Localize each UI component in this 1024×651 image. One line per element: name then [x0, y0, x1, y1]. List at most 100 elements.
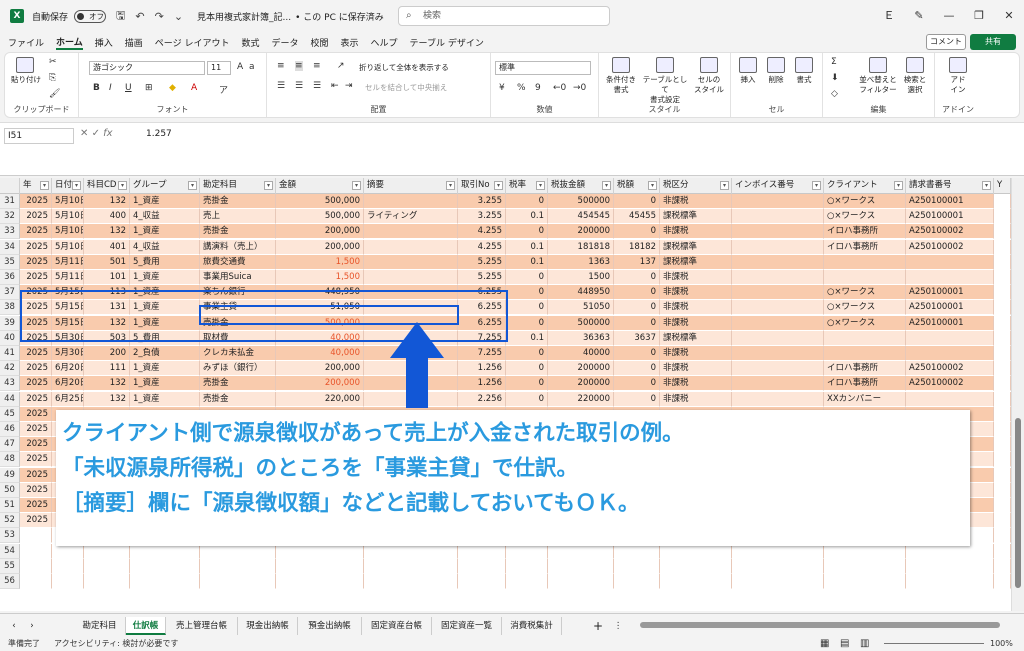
table-cell[interactable]: 0 [614, 270, 660, 285]
column-header-15[interactable]: Y [994, 178, 1011, 194]
save-status[interactable]: • この PC に保存済み [295, 10, 384, 23]
table-cell[interactable]: 200000 [548, 361, 614, 377]
table-cell[interactable] [732, 194, 824, 209]
sheet-tab-5[interactable]: 固定資産台帳 [362, 617, 432, 635]
table-cell[interactable]: 500000 [548, 315, 614, 331]
table-cell[interactable] [84, 574, 130, 589]
filter-dropdown-icon[interactable]: ▾ [982, 181, 991, 190]
delete-cells-button[interactable]: 削除 [763, 57, 789, 85]
table-cell[interactable]: イロハ事務所 [824, 361, 906, 377]
restore-icon[interactable]: ❐ [964, 0, 994, 32]
table-cell[interactable]: 400 [84, 209, 130, 225]
column-header-13[interactable]: クライアント ▾ [824, 178, 906, 194]
formula-input[interactable]: 1.257 [146, 129, 172, 139]
table-cell[interactable] [994, 300, 1011, 316]
table-cell[interactable]: 2025 [20, 482, 52, 498]
more-options-icon[interactable]: ⋮ [610, 617, 626, 635]
increase-indent-icon[interactable]: ⇥ [345, 81, 353, 91]
table-cell[interactable]: 0 [614, 376, 660, 392]
table-cell[interactable]: 401 [84, 239, 130, 255]
table-cell[interactable]: 売掛金 [200, 376, 276, 392]
pen-icon[interactable]: ✎ [904, 0, 934, 32]
table-cell[interactable] [732, 239, 824, 255]
table-cell[interactable]: 40000 [548, 346, 614, 361]
table-cell[interactable] [732, 361, 824, 377]
table-cell[interactable]: 非課税 [660, 346, 732, 361]
table-cell[interactable]: 1,500 [276, 270, 364, 285]
cell-style-button[interactable]: セルの スタイル [691, 57, 727, 95]
row-header[interactable]: 55 [0, 558, 20, 574]
row-header[interactable]: 37 [0, 285, 20, 301]
table-cell[interactable]: A250100001 [906, 209, 994, 225]
table-cell[interactable]: 非課税 [660, 224, 732, 240]
table-cell[interactable] [994, 224, 1011, 240]
minimize-icon[interactable]: — [934, 0, 964, 32]
find-select-button[interactable]: 検索と 選択 [899, 57, 931, 95]
column-header-0[interactable]: 年 ▾ [20, 178, 52, 194]
row-header[interactable]: 41 [0, 346, 20, 361]
table-cell[interactable] [994, 437, 1011, 453]
column-header-14[interactable]: 請求書番号 ▾ [906, 178, 994, 194]
table-cell[interactable] [364, 270, 458, 285]
table-cell[interactable]: 2025 [20, 452, 52, 468]
table-cell[interactable]: A250100001 [906, 300, 994, 316]
menu-tab-7[interactable]: 校閲 [311, 36, 329, 49]
orientation-icon[interactable]: ↗ [337, 61, 345, 71]
table-cell[interactable]: みずほ（銀行） [200, 361, 276, 377]
enter-icon[interactable]: ✓ [92, 128, 100, 139]
table-cell[interactable] [906, 270, 994, 285]
vertical-scroll-thumb[interactable] [1015, 418, 1021, 588]
table-cell[interactable] [84, 558, 130, 574]
table-cell[interactable]: 0.1 [506, 254, 548, 270]
table-cell[interactable] [614, 574, 660, 589]
zoom-slider[interactable] [884, 643, 984, 644]
table-cell[interactable]: 2025 [20, 270, 52, 285]
table-cell[interactable]: A250100001 [906, 194, 994, 209]
column-header-2[interactable]: 科目CD ▾ [84, 178, 130, 194]
table-cell[interactable]: 200,000 [276, 239, 364, 255]
fill-color-icon[interactable]: ◆ [169, 83, 176, 93]
table-cell[interactable]: 売掛金 [200, 224, 276, 240]
table-cell[interactable] [906, 330, 994, 346]
zoom-level[interactable]: 100% [990, 636, 1013, 651]
table-cell[interactable]: A250100002 [906, 239, 994, 255]
undo-icon[interactable]: ↶ [135, 10, 144, 23]
table-cell[interactable] [732, 558, 824, 574]
format-as-table-button[interactable]: テーブルとして 書式設定 [641, 57, 689, 105]
phonetic-icon[interactable]: ア [219, 83, 228, 96]
table-cell[interactable]: 0 [506, 346, 548, 361]
percent-icon[interactable]: % [517, 83, 526, 93]
table-cell[interactable] [994, 528, 1011, 544]
customize-quick-access-icon[interactable]: ⌄ [174, 10, 183, 23]
table-cell[interactable]: 5月10日 [52, 194, 84, 209]
table-cell[interactable]: 1.256 [458, 361, 506, 377]
table-cell[interactable] [732, 224, 824, 240]
table-cell[interactable]: 1.256 [458, 376, 506, 392]
table-cell[interactable]: 3.255 [458, 194, 506, 209]
table-cell[interactable] [824, 330, 906, 346]
table-cell[interactable]: 0 [506, 224, 548, 240]
increase-decimal-icon[interactable]: ←0 [553, 83, 566, 93]
column-header-9[interactable]: 税抜金額 ▾ [548, 178, 614, 194]
table-cell[interactable] [200, 574, 276, 589]
table-cell[interactable]: 0 [506, 285, 548, 301]
filter-dropdown-icon[interactable]: ▾ [264, 181, 273, 190]
table-cell[interactable]: イロハ事務所 [824, 239, 906, 255]
table-cell[interactable] [364, 224, 458, 240]
table-cell[interactable]: 132 [84, 391, 130, 407]
filter-dropdown-icon[interactable]: ▾ [894, 181, 903, 190]
align-top-icon[interactable]: ≡ [277, 61, 285, 71]
table-cell[interactable]: 200 [84, 346, 130, 361]
save-icon[interactable]: 🖫 [116, 7, 125, 26]
table-cell[interactable] [506, 574, 548, 589]
table-cell[interactable]: ○×ワークス [824, 209, 906, 225]
sheet-tab-4[interactable]: 預金出納帳 [298, 617, 362, 635]
table-cell[interactable]: 0 [506, 194, 548, 209]
table-cell[interactable] [994, 467, 1011, 483]
column-header-8[interactable]: 税率 ▾ [506, 178, 548, 194]
table-cell[interactable]: 1_資産 [130, 391, 200, 407]
table-cell[interactable]: A250100002 [906, 224, 994, 240]
sheet-tab-6[interactable]: 固定資産一覧 [432, 617, 502, 635]
menu-tab-1[interactable]: ホーム [56, 35, 83, 50]
table-cell[interactable]: 7.255 [458, 346, 506, 361]
